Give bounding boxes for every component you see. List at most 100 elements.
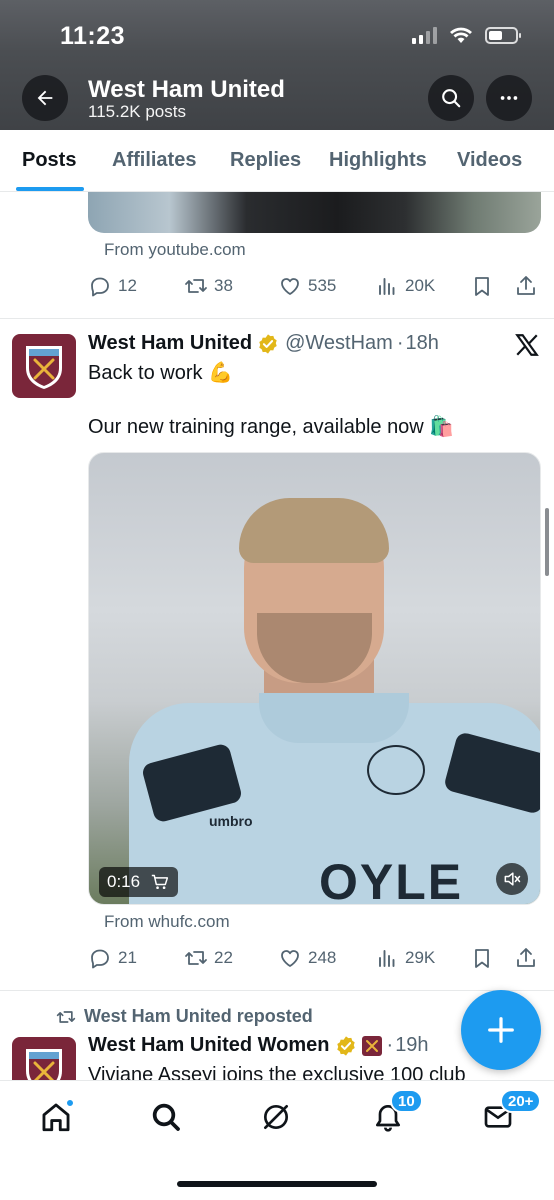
dot-separator: · [386, 1034, 394, 1056]
repost-icon [185, 279, 207, 293]
like-count: 248 [308, 948, 337, 967]
post-divider [0, 990, 554, 991]
share-icon [517, 276, 535, 295]
nav-messages[interactable]: 20+ [478, 1089, 542, 1137]
tab-affiliates[interactable]: Affiliates [112, 149, 196, 172]
home-indicator [177, 1181, 377, 1187]
arrow-left-icon [37, 90, 53, 106]
nav-home[interactable] [36, 1097, 76, 1137]
reply-icon [91, 949, 109, 969]
video-player[interactable]: umbro OYLE 0:16 [88, 452, 541, 905]
search-icon [152, 1103, 180, 1131]
nav-explore[interactable] [146, 1097, 186, 1137]
tab-videos[interactable]: Videos [457, 149, 522, 172]
views-button[interactable]: 20K [375, 274, 435, 298]
grok-icon [264, 1105, 288, 1129]
verified-badge-icon [336, 1035, 355, 1056]
repost-button[interactable]: 38 [184, 274, 233, 298]
post-actions: 21 22 248 29K [88, 946, 540, 974]
profile-name: West Ham United [88, 76, 285, 103]
video-sponsor-text: OYLE [319, 854, 464, 905]
shirt-crest-icon [367, 745, 425, 795]
verified-badge-icon [259, 333, 277, 354]
repost-label: West Ham United reposted [84, 1006, 313, 1026]
tab-highlights[interactable]: Highlights [329, 149, 427, 172]
share-icon [517, 948, 535, 967]
heart-icon [281, 950, 299, 967]
compose-post-button[interactable] [461, 990, 541, 1070]
post-time[interactable]: 19h [395, 1034, 428, 1057]
analytics-icon [379, 950, 395, 967]
x-logo-icon [515, 334, 539, 356]
repost-indicator[interactable]: West Ham United reposted [56, 1006, 313, 1027]
nav-notifications[interactable]: 10 [368, 1089, 423, 1137]
video-duration: 0:16 [99, 867, 179, 897]
previous-post-media[interactable] [88, 192, 541, 233]
post-text-line-2: Our new training range, available now 🛍️ [88, 416, 455, 438]
tab-replies[interactable]: Replies [230, 149, 301, 172]
repost-count: 38 [214, 276, 233, 295]
share-button[interactable] [514, 274, 538, 298]
plus-icon [488, 1017, 514, 1043]
like-button[interactable]: 248 [278, 946, 336, 970]
search-icon [442, 89, 461, 108]
repost-icon [185, 951, 207, 965]
shopping-cart-icon [151, 874, 169, 890]
post-time[interactable]: 18h [406, 332, 439, 355]
view-count: 29K [405, 948, 436, 967]
bookmark-button[interactable] [470, 946, 494, 970]
author-name[interactable]: West Ham United Women [88, 1034, 330, 1057]
post-count: 115.2K posts [88, 102, 186, 121]
video-time: 0:16 [107, 872, 141, 891]
affiliate-badge-icon [361, 1035, 382, 1056]
post-divider [0, 318, 554, 319]
new-posts-dot [66, 1099, 74, 1107]
repost-icon [56, 1010, 76, 1023]
battery-icon [485, 26, 521, 44]
more-options-button[interactable] [486, 75, 532, 121]
bookmark-button[interactable] [470, 274, 494, 298]
post-header: West Ham United @WestHam · 18h [88, 332, 439, 355]
nav-grok[interactable] [256, 1097, 296, 1137]
heart-icon [281, 278, 299, 295]
reply-icon [91, 277, 109, 297]
avatar[interactable] [12, 1037, 76, 1080]
west-ham-crest-icon [26, 346, 62, 389]
status-bar: 11:23 [0, 0, 554, 60]
scrollbar[interactable] [545, 508, 549, 576]
repost-count: 22 [214, 948, 233, 967]
reply-count: 12 [118, 276, 137, 295]
author-name[interactable]: West Ham United [88, 332, 252, 355]
active-tab-indicator [16, 187, 84, 191]
link-source[interactable]: From whufc.com [104, 912, 230, 932]
reply-button[interactable]: 12 [88, 274, 137, 298]
search-button[interactable] [428, 75, 474, 121]
profile-header: 11:23 West Ham United 115.2K posts [0, 0, 554, 130]
post-text: Viviane Asseyi joins the exclusive 100 c… [88, 1064, 466, 1080]
profile-tabs: Posts Affiliates Replies Highlights Vide… [0, 130, 554, 192]
west-ham-crest-icon [26, 1049, 62, 1080]
dot-separator: · [396, 332, 404, 354]
notifications-badge: 10 [390, 1089, 423, 1113]
bookmark-icon [475, 277, 489, 296]
tab-posts[interactable]: Posts [22, 149, 76, 172]
like-button[interactable]: 535 [278, 274, 336, 298]
back-button[interactable] [22, 75, 68, 121]
volume-muted-icon [504, 872, 521, 886]
avatar[interactable] [12, 334, 76, 398]
timeline[interactable]: From youtube.com 12 38 535 20K West Ham … [0, 192, 554, 1080]
mute-button[interactable] [496, 863, 528, 895]
author-handle[interactable]: @WestHam [285, 332, 393, 355]
analytics-icon [379, 278, 395, 295]
cellular-signal-icon [412, 26, 437, 44]
repost-button[interactable]: 22 [184, 946, 233, 970]
reply-button[interactable]: 21 [88, 946, 137, 970]
link-source[interactable]: From youtube.com [104, 240, 246, 260]
post-header: West Ham United Women · 19h [88, 1034, 429, 1057]
like-count: 535 [308, 276, 337, 295]
video-brand-text: umbro [209, 813, 253, 829]
post-actions: 12 38 535 20K [88, 274, 540, 302]
reply-count: 21 [118, 948, 137, 967]
share-button[interactable] [514, 946, 538, 970]
views-button[interactable]: 29K [375, 946, 435, 970]
